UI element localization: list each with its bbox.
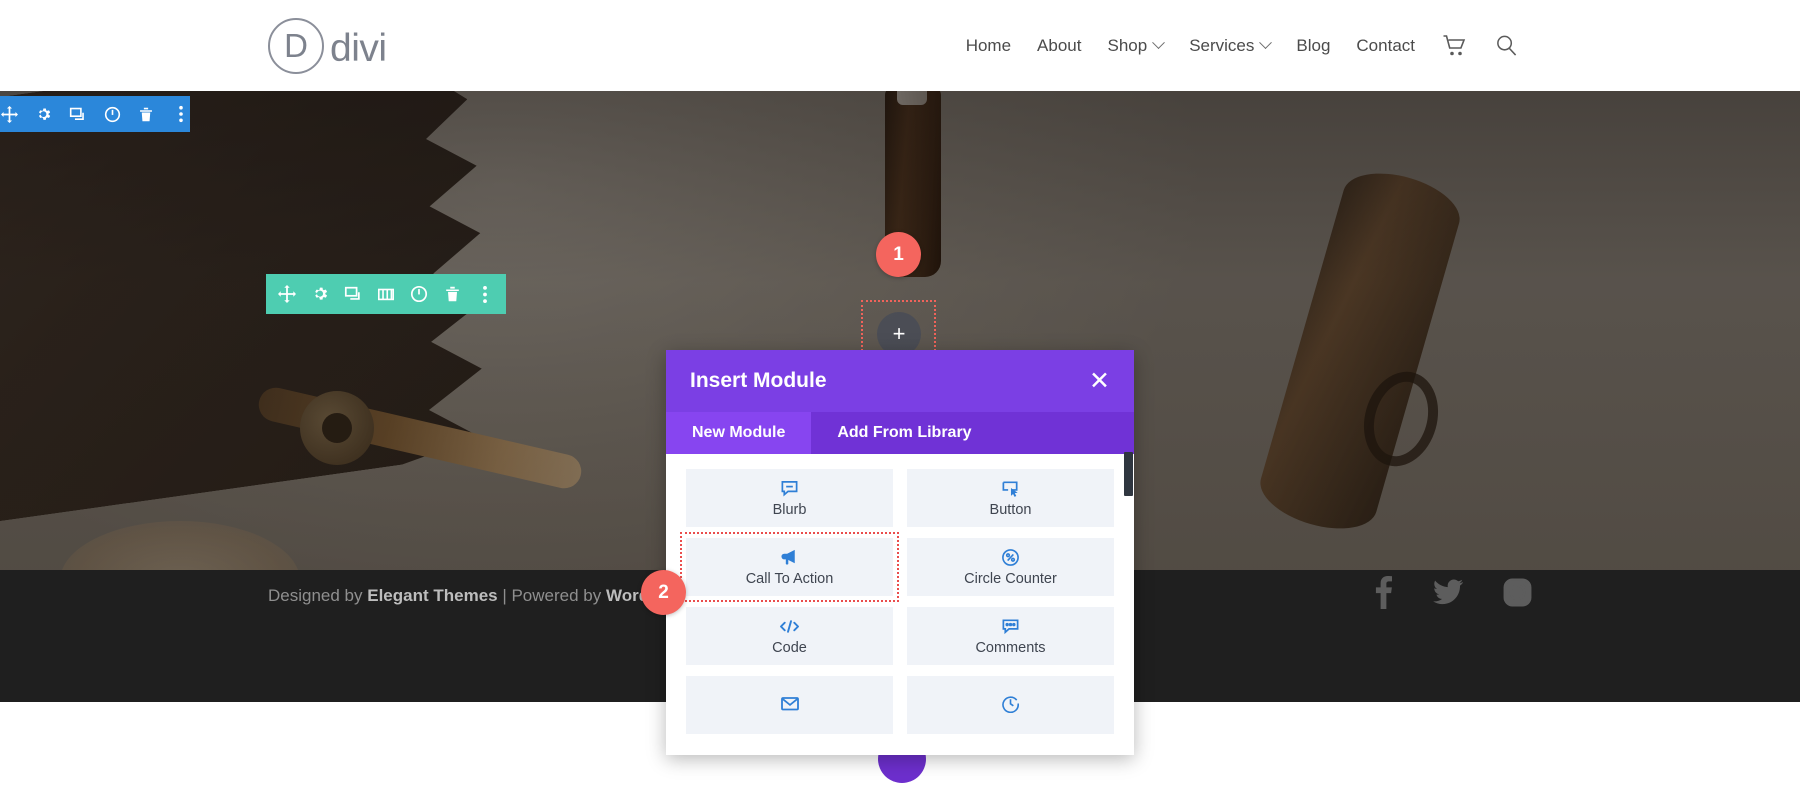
twitter-icon[interactable]	[1433, 579, 1463, 610]
nav-item-contact[interactable]: Contact	[1343, 36, 1428, 56]
module-label: Call To Action	[745, 571, 834, 587]
more-options-icon[interactable]	[172, 105, 190, 124]
button-icon	[1001, 478, 1020, 498]
module-card-email-optin[interactable]	[686, 676, 893, 734]
row-toolbar	[266, 274, 506, 314]
nav-item-shop[interactable]: Shop	[1094, 36, 1176, 56]
blurb-icon	[780, 478, 799, 498]
footer-prefix: Designed by	[268, 586, 368, 605]
logo-ring-icon: D	[268, 18, 324, 74]
duplicate-icon[interactable]	[344, 285, 363, 304]
footer-social-links	[1374, 575, 1532, 614]
footer-credit: Designed by Elegant Themes | Powered by …	[268, 586, 695, 606]
gear-icon[interactable]	[34, 105, 52, 124]
close-icon[interactable]: ✕	[1089, 368, 1110, 394]
site-logo[interactable]: D divi	[268, 18, 387, 74]
main-navigation: Home About Shop Services Blog Contact	[953, 0, 1532, 91]
trash-icon[interactable]	[443, 285, 462, 304]
instagram-icon[interactable]	[1503, 578, 1532, 612]
step-number: 2	[658, 581, 669, 603]
modal-header: Insert Module ✕	[666, 350, 1134, 412]
module-card-button[interactable]: Button	[907, 469, 1114, 527]
nav-label: Services	[1189, 35, 1255, 55]
nav-item-blog[interactable]: Blog	[1283, 36, 1343, 56]
duplicate-icon[interactable]	[69, 105, 87, 124]
module-grid: Blurb Button Call To Action Circle Count…	[680, 469, 1114, 734]
footer-separator: | Powered by	[497, 586, 606, 605]
module-card-comments[interactable]: Comments	[907, 607, 1114, 665]
circle-counter-icon	[1001, 547, 1020, 567]
chevron-down-icon	[1259, 36, 1273, 50]
chevron-down-icon	[1152, 36, 1166, 50]
logo-wordmark: divi	[330, 26, 387, 70]
move-icon[interactable]	[0, 105, 18, 124]
module-label: Circle Counter	[964, 571, 1057, 587]
modal-title: Insert Module	[690, 369, 827, 392]
plus-icon: +	[892, 321, 906, 346]
module-card-circle-counter[interactable]: Circle Counter	[907, 538, 1114, 596]
facebook-icon[interactable]	[1374, 575, 1393, 614]
trash-icon[interactable]	[137, 105, 155, 124]
module-label: Button	[989, 502, 1032, 518]
gear-icon[interactable]	[311, 285, 330, 304]
search-icon[interactable]	[1481, 34, 1532, 57]
columns-icon[interactable]	[377, 285, 396, 304]
tab-label: Add From Library	[837, 424, 972, 441]
code-icon	[779, 616, 800, 636]
nav-item-about[interactable]: About	[1024, 36, 1094, 56]
tab-add-from-library[interactable]: Add From Library	[811, 412, 997, 454]
step-badge-2: 2	[641, 570, 686, 615]
module-label: Blurb	[772, 502, 807, 518]
nav-label: Shop	[1107, 35, 1148, 55]
power-icon[interactable]	[410, 285, 429, 304]
site-header: D divi Home About Shop Services Blog Con	[0, 0, 1800, 91]
megaphone-icon	[780, 547, 800, 567]
modal-tabs: New Module Add From Library	[666, 412, 1134, 454]
modal-scrollbar-thumb[interactable]	[1124, 452, 1133, 496]
module-card-call-to-action[interactable]: Call To Action	[680, 532, 899, 602]
insert-module-modal: Insert Module ✕ New Module Add From Libr…	[666, 350, 1134, 755]
step-badge-1: 1	[876, 232, 921, 277]
comments-icon	[1001, 616, 1020, 636]
step-number: 1	[893, 243, 904, 265]
section-toolbar	[0, 96, 190, 132]
page-root: D divi Home About Shop Services Blog Con	[0, 0, 1800, 802]
nav-label: Contact	[1356, 35, 1415, 55]
nav-label: About	[1037, 35, 1082, 55]
modal-body: Blurb Button Call To Action Circle Count…	[666, 454, 1134, 755]
shopping-cart-icon[interactable]	[1428, 34, 1481, 57]
nav-item-home[interactable]: Home	[953, 36, 1024, 56]
nav-label: Home	[965, 35, 1012, 55]
tab-label: New Module	[692, 424, 786, 441]
email-optin-icon	[780, 693, 800, 713]
move-icon[interactable]	[278, 285, 297, 304]
nav-item-services[interactable]: Services	[1176, 36, 1283, 56]
module-label: Comments	[975, 640, 1046, 656]
module-label: Code	[772, 640, 807, 656]
more-options-icon[interactable]	[476, 285, 495, 304]
countdown-timer-icon	[1001, 693, 1020, 713]
module-card-code[interactable]: Code	[686, 607, 893, 665]
footer-brand-elegant-themes[interactable]: Elegant Themes	[367, 586, 497, 605]
nav-label: Blog	[1296, 35, 1331, 55]
module-card-countdown-timer[interactable]	[907, 676, 1114, 734]
module-card-blurb[interactable]: Blurb	[686, 469, 893, 527]
tab-new-module[interactable]: New Module	[666, 412, 812, 454]
power-icon[interactable]	[103, 105, 121, 124]
